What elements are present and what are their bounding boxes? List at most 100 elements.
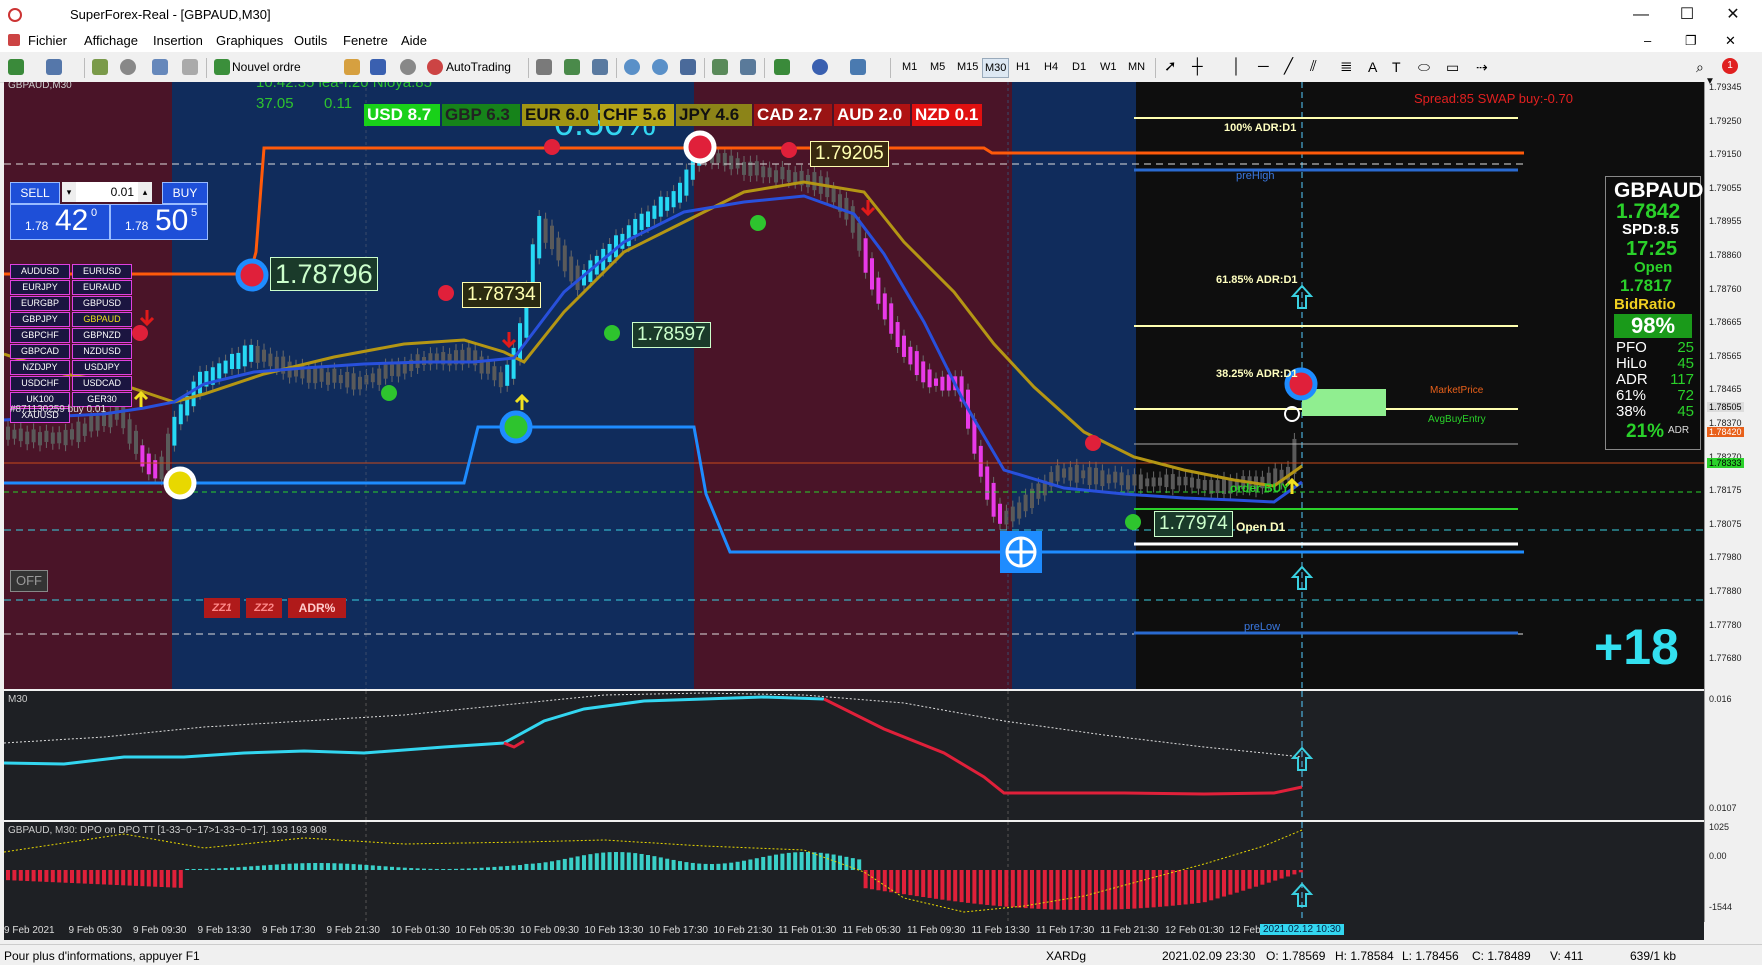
minimize-button[interactable]: —	[1618, 0, 1664, 30]
signals-icon[interactable]	[400, 59, 416, 75]
indicators-icon[interactable]	[774, 59, 790, 75]
mdi-restore-icon[interactable]: ❐	[1685, 33, 1697, 49]
buy-price-box[interactable]: 1.78 50 5	[110, 204, 208, 240]
sell-button[interactable]: SELL	[10, 182, 60, 204]
menu-affichage[interactable]: Affichage	[84, 33, 138, 48]
text-icon[interactable]: A	[1368, 57, 1377, 77]
price-axis[interactable]: 1.79345 1.79250 1.79150 1.79055 1.78955 1.788…	[1704, 76, 1762, 922]
ellipse-icon[interactable]: ⬭	[1418, 57, 1430, 77]
symbol-button-usdchf[interactable]: USDCHF	[10, 376, 70, 391]
adr38-label: 38.25% ADR:D1	[1216, 368, 1298, 380]
autotrading-button[interactable]: AutoTrading	[446, 57, 511, 77]
templates-icon[interactable]	[850, 59, 866, 75]
lot-decrease-button[interactable]: ▾	[62, 182, 76, 202]
symbol-button-euraud[interactable]: EURAUD	[72, 280, 132, 295]
menu-insertion[interactable]: Insertion	[153, 33, 203, 48]
menu-fenetre[interactable]: Fenetre	[343, 33, 388, 48]
zoom-in-icon[interactable]	[624, 59, 640, 75]
buy-button[interactable]: BUY	[162, 182, 208, 204]
timeframe-h4[interactable]: H4	[1042, 58, 1060, 76]
metaeditor-icon[interactable]	[344, 59, 360, 75]
symbol-button-eurusd[interactable]: EURUSD	[72, 264, 132, 279]
new-order-button[interactable]: Nouvel ordre	[232, 57, 301, 77]
menu-fichier[interactable]: Fichier	[28, 33, 67, 48]
main-chart[interactable]: GBPAUD,M30 10:42:35 lèá-ì:20 Ñiðÿá:85 37…	[4, 82, 1704, 689]
adr-percent-button[interactable]: ADR%	[288, 598, 346, 618]
autoscroll-icon[interactable]	[712, 59, 728, 75]
price-axis-label: 1.79055	[1709, 182, 1742, 193]
mdi-chart-icon[interactable]	[8, 34, 20, 46]
menu-outils[interactable]: Outils	[294, 33, 327, 48]
bar-chart-icon[interactable]	[536, 59, 552, 75]
zoom-out-icon[interactable]	[652, 59, 668, 75]
users-icon[interactable]	[370, 59, 386, 75]
menu-graphiques[interactable]: Graphiques	[216, 33, 283, 48]
terminal-icon[interactable]	[182, 59, 198, 75]
symbol-button-usdjpy[interactable]: USDJPY	[72, 360, 132, 375]
indicator-window-2[interactable]: GBPAUD, M30: DPO on DPO TT [1-33~0~17>1-…	[4, 822, 1704, 922]
fibonacci-icon[interactable]: ≣	[1340, 57, 1353, 77]
symbol-button-usdcad[interactable]: USDCAD	[72, 376, 132, 391]
channel-icon[interactable]: ⫽	[1310, 57, 1317, 77]
menu-aide[interactable]: Aide	[401, 33, 427, 48]
timeframe-m15[interactable]: M15	[955, 58, 980, 76]
mdi-minimize-icon[interactable]: –	[1644, 33, 1651, 48]
horizontal-line-icon[interactable]: ─	[1258, 57, 1269, 77]
timeframe-h1[interactable]: H1	[1014, 58, 1032, 76]
candlestick-icon[interactable]	[564, 59, 580, 75]
sub1-axis-bottom: 0.0107	[1709, 803, 1737, 813]
mdi-close-icon[interactable]: ✕	[1725, 33, 1736, 49]
timeframe-m5[interactable]: M5	[928, 58, 947, 76]
symbol-button-gbpjpy[interactable]: GBPJPY	[10, 312, 70, 327]
timeframe-m30[interactable]: M30	[982, 58, 1010, 78]
line-chart-icon[interactable]	[592, 59, 608, 75]
symbol-button-eurjpy[interactable]: EURJPY	[10, 280, 70, 295]
zz1-button[interactable]: ZZ1	[204, 598, 240, 618]
profiles-icon[interactable]	[46, 59, 62, 75]
price-axis-tag: 1.78420	[1707, 427, 1744, 437]
crosshair-icon[interactable]: ┼	[1192, 57, 1203, 77]
indicator-window-1[interactable]: M30	[4, 691, 1704, 820]
label-icon[interactable]: T	[1392, 57, 1401, 77]
periods-icon[interactable]	[812, 59, 828, 75]
symbol-button-eurgbp[interactable]: EURGBP	[10, 296, 70, 311]
symbol-button-gbpchf[interactable]: GBPCHF	[10, 328, 70, 343]
trendline-icon[interactable]: ╱	[1284, 57, 1293, 77]
off-button[interactable]: OFF	[10, 570, 48, 592]
lot-input[interactable]: 0.01	[76, 182, 138, 202]
symbol-button-gbpusd[interactable]: GBPUSD	[72, 296, 132, 311]
timeframe-w1[interactable]: W1	[1098, 58, 1119, 76]
tile-windows-icon[interactable]	[680, 59, 696, 75]
timeframe-m1[interactable]: M1	[900, 58, 919, 76]
close-button[interactable]: ✕	[1710, 0, 1756, 30]
new-chart-icon[interactable]	[8, 59, 24, 75]
status-datetime: 2021.02.09 23:30	[1162, 949, 1256, 963]
zz2-button[interactable]: ZZ2	[246, 598, 282, 618]
data-window-icon[interactable]	[120, 59, 136, 75]
symbol-button-gbpnzd[interactable]: GBPNZD	[72, 328, 132, 343]
timeframe-mn[interactable]: MN	[1126, 58, 1147, 76]
arrows-icon[interactable]: ⇢	[1476, 57, 1488, 77]
timeframe-d1[interactable]: D1	[1070, 58, 1088, 76]
rectangle-icon[interactable]: ▭	[1446, 57, 1459, 77]
symbol-button-gbpaud[interactable]: GBPAUD	[72, 312, 132, 327]
maximize-button[interactable]: ☐	[1664, 0, 1710, 30]
info-row-value: 72	[1677, 387, 1694, 404]
vertical-line-icon[interactable]: │	[1232, 57, 1241, 77]
symbol-button-audusd[interactable]: AUDUSD	[10, 264, 70, 279]
time-axis-label: 11 Feb 05:30	[842, 925, 901, 936]
value-line-b: 0.11	[324, 95, 353, 112]
cursor-icon[interactable]: ➚	[1164, 57, 1177, 77]
search-icon[interactable]: ⌕	[1696, 57, 1704, 77]
symbol-button-gbpcad[interactable]: GBPCAD	[10, 344, 70, 359]
sell-price-box[interactable]: 1.78 42 0	[10, 204, 110, 240]
market-watch-icon[interactable]	[92, 59, 108, 75]
price-label: 1.78597	[632, 322, 711, 348]
notification-badge[interactable]: 1	[1722, 58, 1738, 74]
chart-shift-icon[interactable]	[740, 59, 756, 75]
symbol-button-nzdusd[interactable]: NZDUSD	[72, 344, 132, 359]
lot-increase-button[interactable]: ▴	[138, 182, 152, 202]
price-axis-label: 1.78465	[1709, 384, 1742, 395]
symbol-button-nzdjpy[interactable]: NZDJPY	[10, 360, 70, 375]
navigator-icon[interactable]	[152, 59, 168, 75]
